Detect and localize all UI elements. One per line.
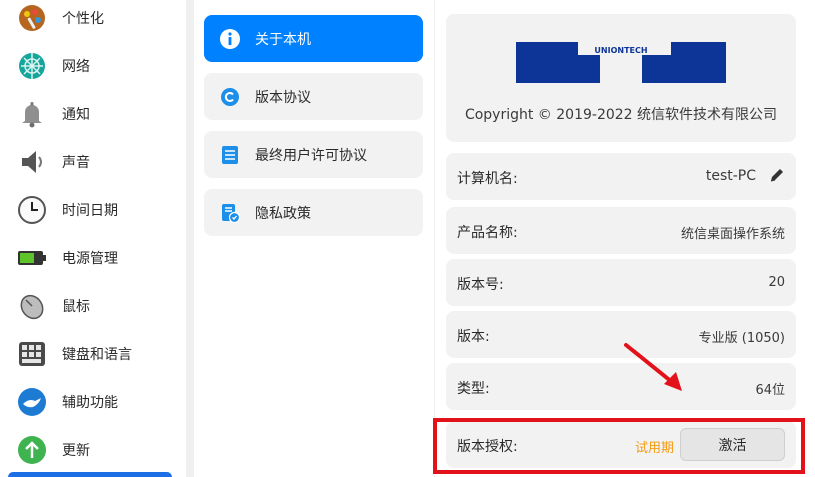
bell-icon (17, 99, 47, 129)
sidebar-item-keyboard-language[interactable]: 键盘和语言 (0, 330, 186, 378)
product-name-row: 产品名称: 统信桌面操作系统 (446, 207, 796, 254)
info-icon (220, 28, 240, 49)
menu-item-label: 最终用户许可协议 (255, 147, 367, 164)
network-globe-icon (17, 51, 47, 81)
sidebar-item-label: 时间日期 (62, 203, 118, 219)
sidebar-selected-item[interactable] (8, 472, 172, 477)
menu-item-privacy-policy[interactable]: 隐私政策 (204, 189, 423, 236)
computer-name-row: 计算机名: test-PC (446, 153, 796, 200)
logo-card: UNIONTECH Copyright © 2019-2022 统信软件技术有限… (446, 14, 796, 142)
sidebar-item-sound[interactable]: 声音 (0, 138, 186, 186)
menu-item-label: 关于本机 (255, 31, 311, 48)
sidebar-item-label: 通知 (62, 107, 90, 123)
computer-name-value: test-PC (705, 168, 756, 184)
about-details-panel: UNIONTECH Copyright © 2019-2022 统信软件技术有限… (435, 0, 815, 477)
battery-icon (17, 243, 47, 273)
sidebar-item-label: 键盘和语言 (62, 347, 132, 363)
clock-icon (17, 195, 47, 225)
edit-pencil-icon[interactable] (769, 167, 785, 183)
copyright-icon (220, 87, 240, 107)
sidebar-item-network[interactable]: 网络 (0, 42, 186, 90)
settings-sidebar: 个性化 网络 通知 声音 时间日期 电源管理 鼠标 键盘和语言 辅助功能 更新 (0, 0, 186, 477)
privacy-policy-icon (220, 203, 241, 223)
edition-value: 专业版 (1050) (698, 331, 785, 346)
menu-item-eula[interactable]: 最终用户许可协议 (204, 131, 423, 178)
license-row: 版本授权: 试用期 激活 (446, 421, 796, 468)
document-icon (220, 145, 240, 165)
sidebar-item-label: 个性化 (62, 11, 104, 27)
product-name-label: 产品名称: (457, 225, 518, 241)
copyright-text: Copyright © 2019-2022 统信软件技术有限公司 (464, 107, 778, 123)
sidebar-item-personalization[interactable]: 个性化 (0, 0, 186, 42)
speaker-icon (17, 147, 47, 177)
type-row: 类型: 64位 (446, 363, 796, 410)
logo-text: UNIONTECH (594, 46, 647, 55)
sidebar-item-label: 更新 (62, 443, 90, 459)
license-label: 版本授权: (457, 439, 518, 455)
sidebar-item-label: 网络 (62, 59, 90, 75)
menu-item-label: 版本协议 (255, 89, 311, 106)
sidebar-item-notifications[interactable]: 通知 (0, 90, 186, 138)
product-name-value: 统信桌面操作系统 (680, 227, 785, 242)
palette-icon (17, 3, 47, 33)
activate-button[interactable]: 激活 (680, 428, 785, 461)
accessibility-hand-icon (17, 387, 47, 417)
menu-item-version-agreement[interactable]: 版本协议 (204, 73, 423, 120)
sidebar-item-accessibility[interactable]: 辅助功能 (0, 378, 186, 426)
version-number-row: 版本号: 20 (446, 259, 796, 306)
menu-item-about-this-pc[interactable]: 关于本机 (204, 15, 423, 62)
keyboard-icon (17, 339, 47, 369)
sidebar-item-label: 辅助功能 (62, 395, 118, 411)
version-number-value: 20 (768, 275, 785, 290)
mouse-icon (17, 291, 47, 321)
trial-status-text: 试用期 (634, 441, 674, 456)
sidebar-item-date-time[interactable]: 时间日期 (0, 186, 186, 234)
type-label: 类型: (457, 381, 490, 397)
panel-divider (186, 0, 194, 477)
type-value: 64位 (755, 383, 785, 398)
computer-name-label: 计算机名: (457, 171, 518, 187)
edition-row: 版本: 专业版 (1050) (446, 311, 796, 358)
about-menu: 关于本机 版本协议 最终用户许可协议 隐私政策 (194, 0, 434, 477)
version-number-label: 版本号: (457, 277, 504, 293)
sidebar-item-label: 电源管理 (62, 251, 118, 267)
edition-label: 版本: (457, 329, 490, 345)
sidebar-item-label: 声音 (62, 155, 90, 171)
sidebar-item-update[interactable]: 更新 (0, 426, 186, 474)
sidebar-item-label: 鼠标 (62, 299, 90, 315)
update-arrow-icon (17, 435, 47, 465)
sidebar-item-mouse[interactable]: 鼠标 (0, 282, 186, 330)
menu-item-label: 隐私政策 (255, 205, 311, 222)
sidebar-item-power[interactable]: 电源管理 (0, 234, 186, 282)
